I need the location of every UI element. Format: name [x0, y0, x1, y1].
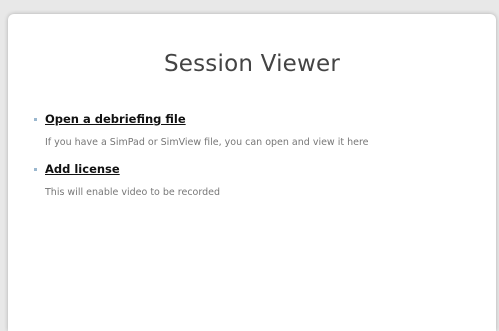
- action-item-add-license: Add license: [34, 162, 120, 176]
- bullet-icon: [34, 168, 37, 171]
- session-viewer-panel: Session Viewer Open a debriefing file If…: [8, 14, 496, 331]
- add-license-description: This will enable video to be recorded: [45, 187, 221, 198]
- add-license-link[interactable]: Add license: [45, 162, 120, 176]
- page-title: Session Viewer: [163, 51, 341, 77]
- open-debriefing-file-link[interactable]: Open a debriefing file: [45, 112, 186, 126]
- action-item-open-debriefing: Open a debriefing file: [34, 112, 186, 126]
- bullet-icon: [34, 118, 37, 121]
- open-debriefing-description: If you have a SimPad or SimView file, yo…: [45, 137, 369, 148]
